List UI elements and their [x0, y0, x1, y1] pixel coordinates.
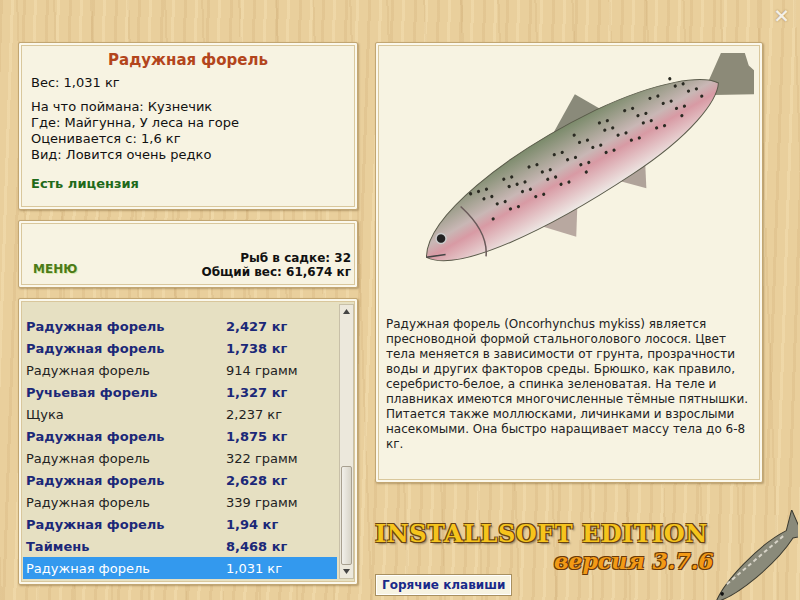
bait: На что поймана: Кузнечик: [31, 99, 345, 115]
logo-fish: [708, 497, 798, 600]
fish-weight: 1,875 кг: [226, 429, 337, 444]
scroll-thumb[interactable]: [341, 466, 352, 565]
fish-name: Радужная форель: [26, 473, 226, 488]
fish-name: Радужная форель: [26, 319, 226, 334]
fish-name: Радужная форель: [26, 561, 226, 576]
left-column: Радужная форель Вес: 1,031 кг На что пойма…: [18, 42, 358, 600]
fish-row[interactable]: Радужная форель2,628 кг: [23, 469, 337, 491]
place: Где: Майгунна, У леса на горе: [31, 115, 345, 131]
cage-info: Рыб в садке: 32Общий вес: 61,674 кг: [201, 251, 351, 279]
logo-title: INSTALLSOFT EDITION: [375, 519, 708, 548]
fish-weight: 339 грамм: [226, 495, 337, 510]
fish-name: Радужная форель: [26, 517, 226, 532]
hotkeys-button[interactable]: Горячие клавиши: [375, 574, 512, 596]
fish-name: Радужная форель: [26, 451, 226, 466]
fish-weight: 1,327 кг: [226, 385, 337, 400]
right-column: Радужная форель (Oncorhynchus mykiss) яв…: [375, 42, 763, 600]
arrow-up-icon: [343, 309, 350, 314]
top-bar: ×: [0, 0, 800, 42]
fish-row[interactable]: Радужная форель339 грамм: [23, 491, 337, 513]
fish-row[interactable]: Радужная форель1,738 кг: [23, 337, 337, 359]
game-window: × Радужная форель Вес: 1,031 кг На что пойм…: [0, 0, 800, 600]
fish-weight: 1,738 кг: [226, 341, 337, 356]
sturgeon-icon: [708, 510, 798, 600]
fish-name: Радужная форель: [26, 495, 226, 510]
cage-total: Общий вес: 61,674 кг: [201, 265, 351, 279]
fish-row[interactable]: Радужная форель1,031 кг: [23, 557, 337, 579]
fish-name: Радужная форель: [26, 363, 226, 378]
fish-weight: 322 грамм: [226, 451, 337, 466]
catch-info-panel: Радужная форель Вес: 1,031 кг На что пойма…: [18, 42, 358, 210]
fish-row[interactable]: Радужная форель2,427 кг: [23, 315, 337, 337]
scroll-up-button[interactable]: [340, 305, 353, 318]
fish-weight: 1,031 кг: [226, 561, 337, 576]
fish-name: Щука: [26, 407, 226, 422]
fish-list: Радужная форель2,427 кгРадужная форель1,…: [23, 304, 337, 579]
fish-list-panel: Радужная форель2,427 кгРадужная форель1,…: [18, 298, 358, 585]
fish-picture: [376, 43, 762, 313]
fish-row[interactable]: Таймень8,468 кг: [23, 535, 337, 557]
fish-weight: 2,628 кг: [226, 473, 337, 488]
fish-row[interactable]: Радужная форель914 грамм: [23, 359, 337, 381]
logo-block: INSTALLSOFT EDITIONверсия 3.7.6Горячие к…: [375, 497, 708, 600]
fish-weight: 914 грамм: [226, 363, 337, 378]
trout-icon: [384, 53, 754, 303]
fish-row[interactable]: Радужная форель1,875 кг: [23, 425, 337, 447]
scrollbar[interactable]: [339, 304, 354, 579]
bottom-area: INSTALLSOFT EDITIONверсия 3.7.6Горячие к…: [375, 497, 763, 599]
fish-name: Таймень: [26, 539, 226, 554]
fish-name: Ручьевая форель: [26, 385, 226, 400]
content: Радужная форель Вес: 1,031 кг На что пойма…: [0, 42, 800, 600]
fish-row[interactable]: Радужная форель1,94 кг: [23, 513, 337, 535]
license: Есть лицензия: [31, 176, 345, 191]
scroll-track[interactable]: [340, 318, 353, 565]
fish-row[interactable]: Радужная форель322 грамм: [23, 447, 337, 469]
fish-name: Радужная форель: [26, 341, 226, 356]
fish-row[interactable]: Ручьевая форель1,327 кг: [23, 381, 337, 403]
arrow-down-icon: [343, 569, 350, 574]
fish-row[interactable]: Щука2,237 кг: [23, 403, 337, 425]
fish-weight: 2,427 кг: [226, 319, 337, 334]
value: Оценивается с: 1,6 кг: [31, 131, 345, 147]
fish-card: Радужная форель (Oncorhynchus mykiss) яв…: [375, 42, 763, 483]
fish-title: Радужная форель: [31, 51, 345, 69]
fish-weight: 8,468 кг: [226, 539, 337, 554]
kind: Вид: Ловится очень редко: [31, 147, 345, 163]
logo-version: версия 3.7.6: [554, 548, 714, 574]
fish-weight: 2,237 кг: [226, 407, 337, 422]
fish-description: Радужная форель (Oncorhynchus mykiss) яв…: [376, 313, 762, 460]
close-button[interactable]: ×: [773, 4, 790, 26]
menu-button[interactable]: МЕНЮ: [33, 262, 77, 276]
menu-panel: МЕНЮ Рыб в садке: 32Общий вес: 61,674 кг: [18, 220, 358, 288]
logo: INSTALLSOFT EDITIONверсия 3.7.6: [375, 497, 708, 574]
fish-name: Радужная форель: [26, 429, 226, 444]
scroll-down-button[interactable]: [340, 565, 353, 578]
weight: Вес: 1,031 кг: [31, 75, 345, 91]
cage-count: Рыб в садке: 32: [201, 251, 351, 265]
fish-weight: 1,94 кг: [226, 517, 337, 532]
